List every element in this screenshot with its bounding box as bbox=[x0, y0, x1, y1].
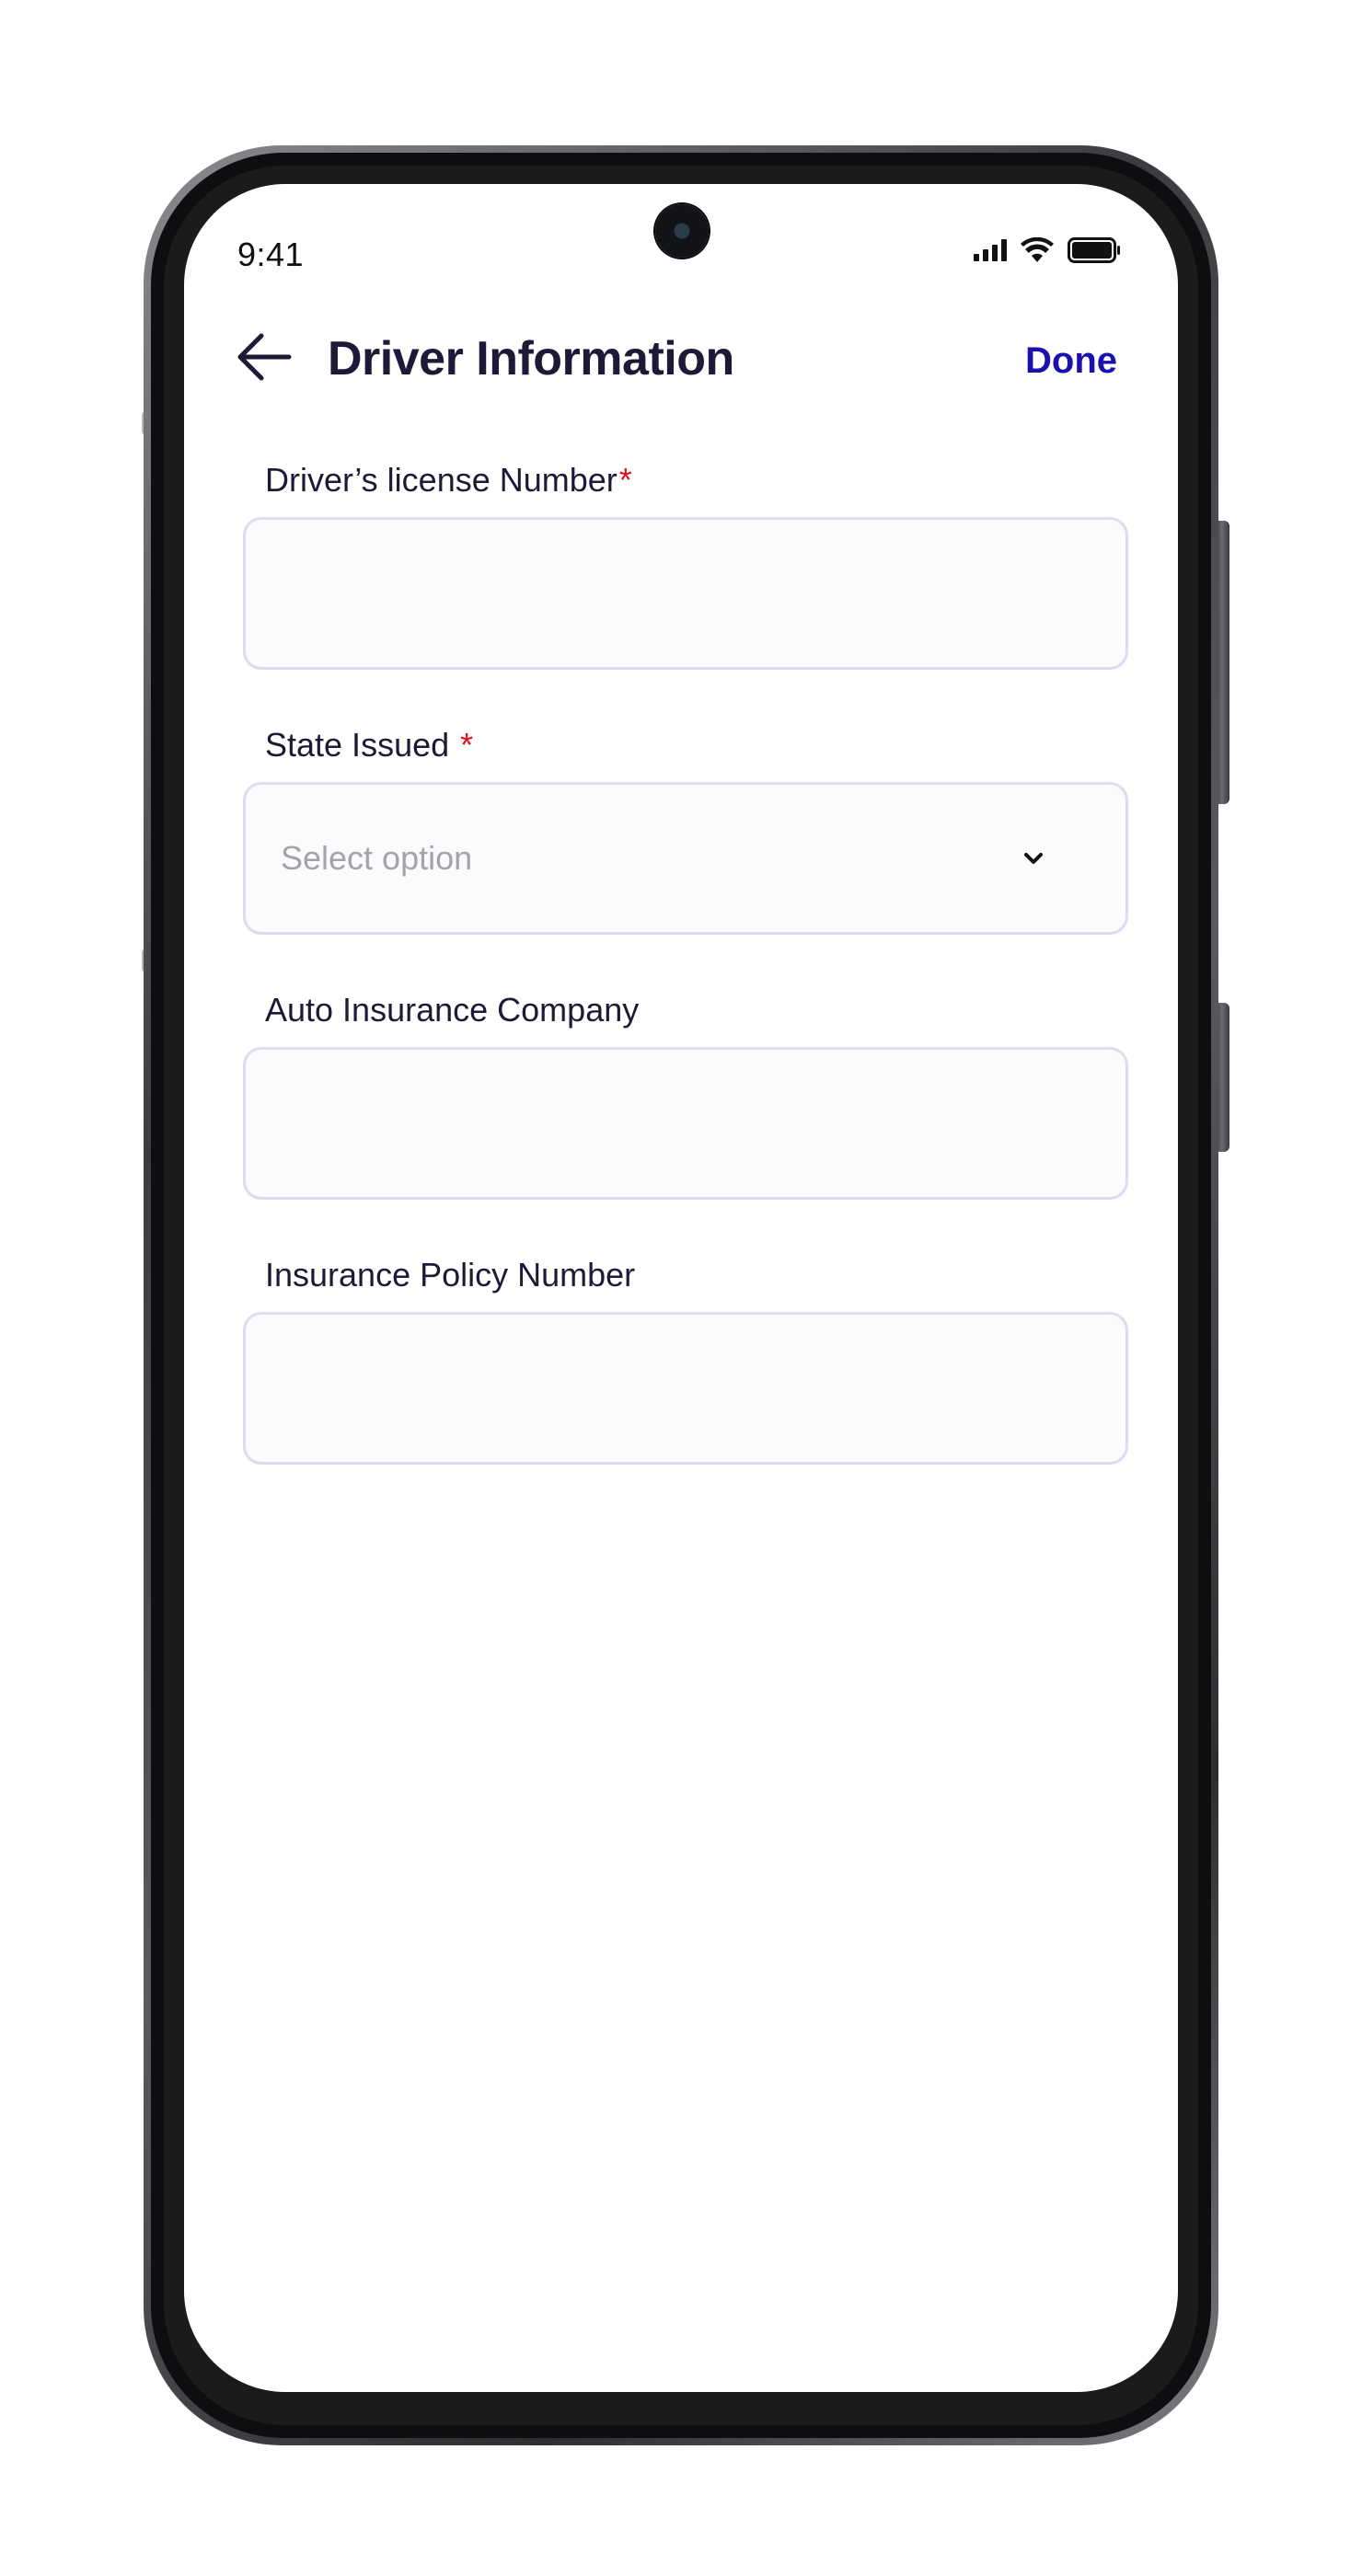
status-icons bbox=[974, 237, 1121, 263]
license-number-field: Driver’s license Number* bbox=[243, 460, 1128, 670]
license-number-label-text: Driver’s license Number bbox=[265, 461, 618, 499]
license-number-input[interactable] bbox=[243, 517, 1128, 670]
insurance-company-input[interactable] bbox=[243, 1047, 1128, 1200]
policy-number-input[interactable] bbox=[243, 1312, 1128, 1465]
required-asterisk: * bbox=[618, 461, 632, 499]
required-asterisk: * bbox=[460, 726, 474, 764]
app-header: Driver Information Done bbox=[184, 313, 1178, 405]
state-issued-label: State Issued * bbox=[265, 725, 1128, 765]
state-issued-field: State Issued * Select option bbox=[243, 725, 1128, 935]
app-screen: 9:41 Driver Information Done Driver’s li… bbox=[184, 184, 1178, 2392]
driver-info-form: Driver’s license Number* State Issued * … bbox=[243, 460, 1128, 1520]
page-title: Driver Information bbox=[328, 332, 734, 385]
front-camera bbox=[655, 204, 709, 258]
license-number-label: Driver’s license Number* bbox=[265, 460, 1128, 500]
signal-icon bbox=[974, 239, 1007, 261]
battery-icon bbox=[1068, 237, 1121, 263]
arrow-left-icon[interactable] bbox=[236, 331, 293, 383]
state-issued-label-text: State Issued bbox=[265, 726, 450, 764]
done-button[interactable]: Done bbox=[1025, 340, 1117, 382]
state-issued-select[interactable]: Select option bbox=[243, 782, 1128, 935]
policy-number-field: Insurance Policy Number bbox=[243, 1255, 1128, 1465]
insurance-company-field: Auto Insurance Company bbox=[243, 990, 1128, 1200]
chevron-down-icon bbox=[1015, 840, 1052, 877]
insurance-company-label: Auto Insurance Company bbox=[265, 991, 640, 1029]
status-time: 9:41 bbox=[237, 236, 305, 273]
phone-mockup: 9:41 Driver Information Done Driver’s li… bbox=[0, 0, 1362, 2576]
policy-number-label: Insurance Policy Number bbox=[265, 1256, 636, 1294]
wifi-icon bbox=[1020, 237, 1055, 263]
state-issued-select-value: Select option bbox=[281, 839, 473, 877]
